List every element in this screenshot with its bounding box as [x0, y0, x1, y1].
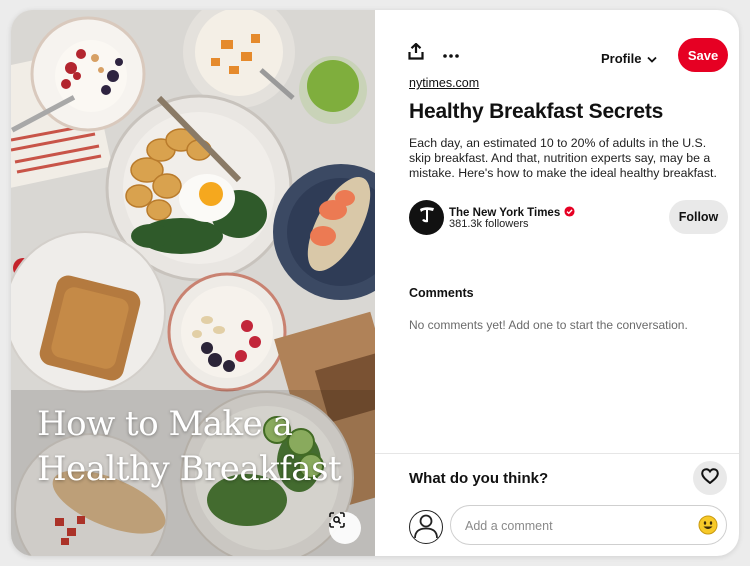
- comments-empty-message: No comments yet! Add one to start the co…: [409, 318, 688, 332]
- user-avatar: [409, 510, 443, 544]
- verified-badge-icon: [564, 206, 575, 220]
- profile-dropdown-label: Profile: [601, 50, 642, 66]
- creator-avatar[interactable]: [409, 200, 444, 235]
- comment-composer: What do you think?: [375, 453, 739, 556]
- image-overlay-title: How to Make a Healthy Breakfast: [37, 402, 367, 492]
- overlay-title-line1: How to Make a: [37, 404, 293, 444]
- share-button[interactable]: [400, 38, 432, 70]
- comment-input-wrapper: [450, 505, 727, 546]
- source-link[interactable]: nytimes.com: [409, 76, 479, 90]
- creator-followers: 381.3k followers: [449, 218, 529, 230]
- comments-heading[interactable]: Comments: [409, 286, 474, 300]
- more-icon: [443, 45, 459, 63]
- visual-search-button[interactable]: [329, 512, 361, 544]
- user-placeholder-icon: [411, 512, 441, 543]
- emoji-icon[interactable]: [698, 515, 718, 535]
- comment-input[interactable]: [463, 506, 697, 546]
- more-options-button[interactable]: [435, 38, 467, 70]
- share-icon: [408, 42, 424, 65]
- chevron-down-icon: [647, 51, 658, 66]
- pin-details-panel: Profile Save nytimes.com Healthy Breakfa…: [375, 10, 739, 556]
- pin-description: Each day, an estimated 10 to 20% of adul…: [409, 136, 717, 180]
- profile-board-dropdown[interactable]: Profile: [601, 46, 658, 70]
- overlay-title-line2: Healthy Breakfast: [37, 449, 342, 489]
- react-button[interactable]: [693, 461, 727, 495]
- save-button[interactable]: Save: [678, 38, 728, 72]
- heart-icon: [701, 467, 719, 489]
- pin-image[interactable]: How to Make a Healthy Breakfast: [11, 10, 375, 556]
- composer-prompt: What do you think?: [409, 470, 549, 487]
- nyt-logo-icon: [415, 203, 439, 232]
- pin-title: Healthy Breakfast Secrets: [409, 100, 664, 123]
- follow-button[interactable]: Follow: [669, 200, 728, 234]
- pin-closeup-card: How to Make a Healthy Breakfast Profile …: [11, 10, 739, 556]
